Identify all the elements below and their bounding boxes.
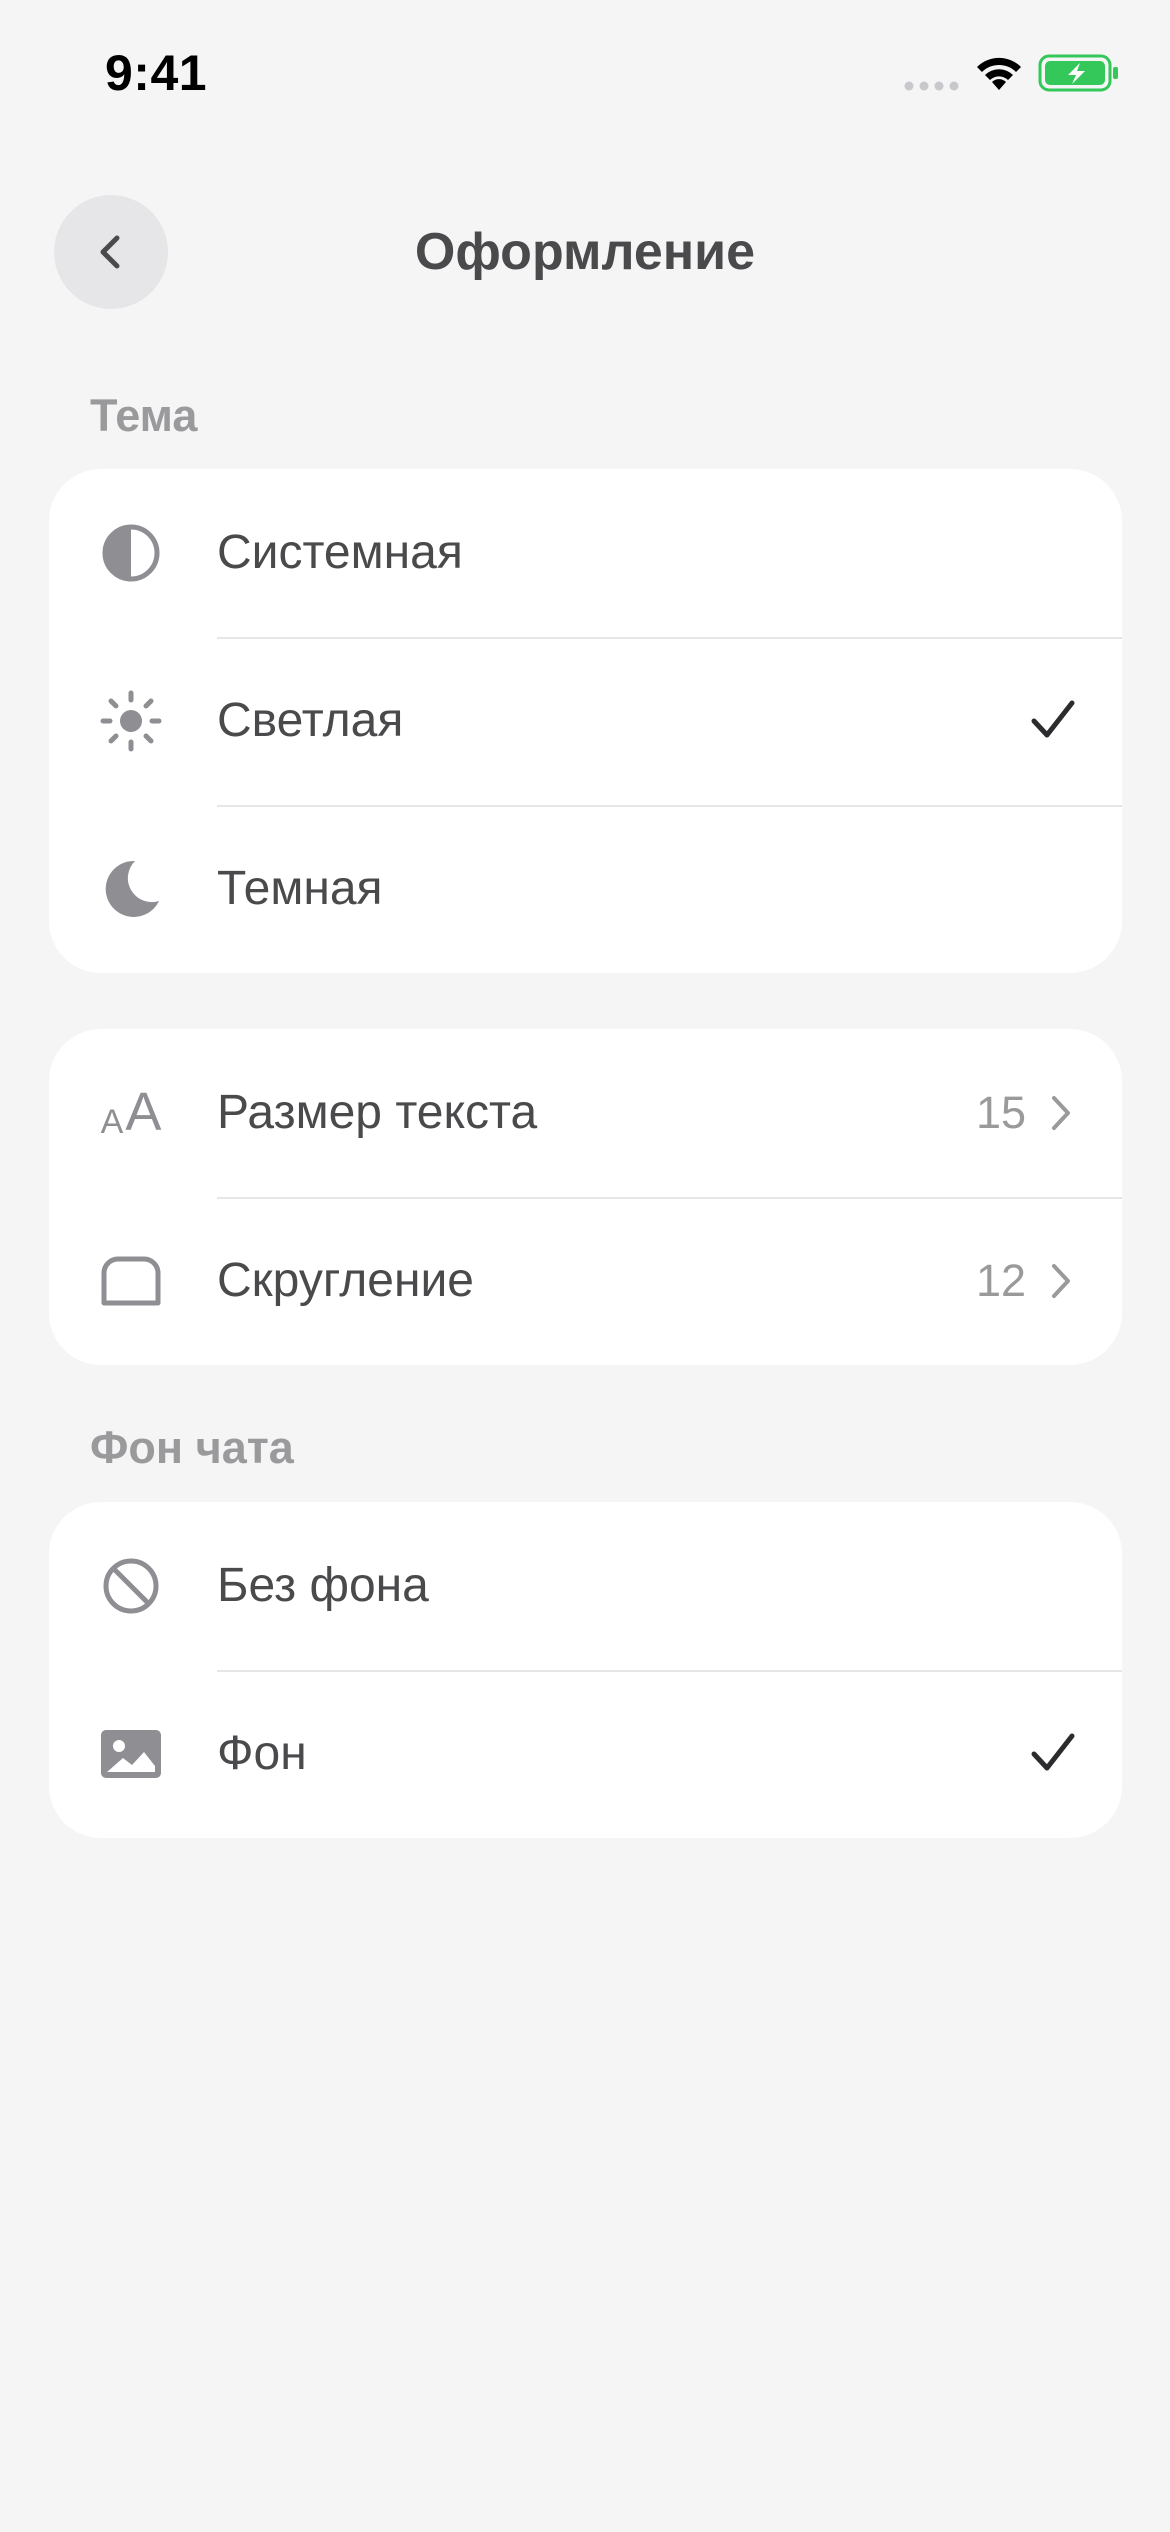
half-circle-icon bbox=[99, 521, 163, 585]
checkmark-icon bbox=[1031, 1733, 1075, 1771]
theme-option-system[interactable]: Системная bbox=[49, 469, 1122, 637]
text-size-label: Размер текста bbox=[217, 1086, 538, 1139]
moon-icon bbox=[99, 857, 163, 921]
text-size-value: 15 bbox=[975, 1087, 1026, 1138]
section-label-theme: Тема bbox=[90, 390, 198, 441]
status-bar: 9:41 bbox=[0, 0, 1170, 150]
sun-icon bbox=[99, 689, 163, 753]
chevron-right-icon bbox=[1052, 1264, 1070, 1298]
theme-option-dark[interactable]: Темная bbox=[49, 805, 1122, 973]
theme-option-label: Системная bbox=[217, 526, 463, 579]
checkmark-icon bbox=[1031, 700, 1075, 738]
chat-background-option-none[interactable]: Без фона bbox=[49, 1502, 1122, 1670]
status-time: 9:41 bbox=[105, 45, 208, 101]
cellular-signal-icon bbox=[904, 81, 959, 91]
chat-background-option-label: Без фона bbox=[217, 1559, 429, 1612]
wifi-icon bbox=[977, 57, 1021, 90]
chat-background-option-image[interactable]: Фон bbox=[49, 1670, 1122, 1838]
chat-background-option-label: Фон bbox=[217, 1727, 307, 1780]
display-card: AA Размер текста 15 Скругление 12 bbox=[49, 1029, 1122, 1365]
theme-option-label: Темная bbox=[217, 862, 383, 915]
image-icon bbox=[99, 1722, 163, 1786]
prohibited-icon bbox=[99, 1554, 163, 1618]
chevron-right-icon bbox=[1052, 1096, 1070, 1130]
text-size-icon: AA bbox=[100, 1082, 162, 1142]
theme-option-light[interactable]: Светлая bbox=[49, 637, 1122, 805]
chat-background-card: Без фона Фон bbox=[49, 1502, 1122, 1838]
corner-radius-label: Скругление bbox=[217, 1254, 474, 1307]
battery-icon bbox=[1038, 54, 1118, 92]
corner-radius-row[interactable]: Скругление 12 bbox=[49, 1197, 1122, 1365]
theme-card: Системная Светлая Темная bbox=[49, 469, 1122, 973]
section-label-chat-background: Фон чата bbox=[90, 1422, 294, 1473]
theme-option-label: Светлая bbox=[217, 694, 404, 747]
rounded-rect-icon bbox=[99, 1249, 163, 1313]
page-title: Оформление bbox=[414, 223, 756, 281]
text-size-row[interactable]: AA Размер текста 15 bbox=[49, 1029, 1122, 1197]
corner-radius-value: 12 bbox=[975, 1255, 1026, 1306]
